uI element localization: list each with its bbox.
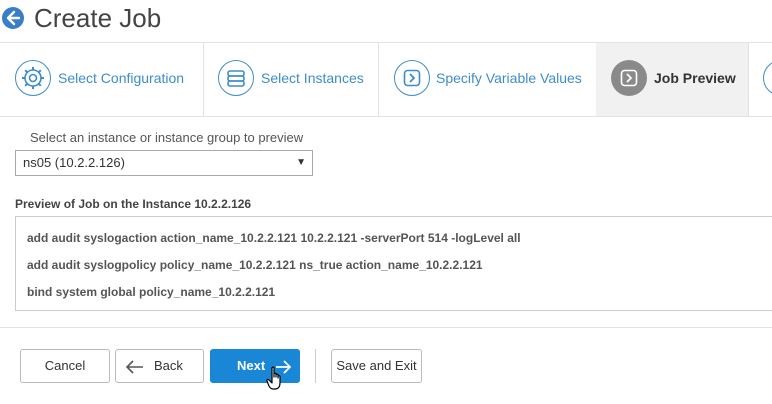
step-select-instances[interactable]: Select Instances	[203, 43, 379, 116]
step-label: Select Instances	[261, 70, 364, 86]
stack-icon	[218, 60, 254, 96]
back-arrow-icon[interactable]	[2, 7, 24, 29]
cancel-label: Cancel	[44, 358, 86, 373]
step-specify-variable-values[interactable]: Specify Variable Values	[378, 43, 597, 116]
next-label: Next	[237, 358, 266, 373]
job-preview-box: add audit syslogaction action_name_10.2.…	[15, 216, 772, 311]
arrow-left-icon	[126, 360, 143, 374]
hand-cursor-icon	[266, 366, 281, 390]
instance-select-label: Select an instance or instance group to …	[30, 130, 304, 145]
step-next-partial[interactable]	[748, 43, 772, 116]
command-line: add audit syslogaction action_name_10.2.…	[27, 231, 521, 245]
gear-icon	[15, 60, 51, 96]
save-and-exit-button[interactable]: Save and Exit	[331, 349, 422, 383]
preview-label: Preview of Job on the Instance 10.2.2.12…	[15, 197, 252, 211]
back-button[interactable]: Back	[115, 349, 204, 383]
step-label: Select Configuration	[58, 70, 185, 86]
instance-select[interactable]: ns05 (10.2.2.126) ▼	[15, 150, 313, 176]
instance-select-value: ns05 (10.2.2.126)	[23, 155, 125, 170]
next-button[interactable]: Next	[210, 349, 300, 383]
step-label: Job Preview	[654, 70, 736, 86]
page-header: Create Job	[0, 0, 772, 42]
step-job-preview[interactable]: Job Preview	[596, 43, 749, 116]
command-line: add audit syslogpolicy policy_name_10.2.…	[27, 258, 483, 272]
chevron-right-icon	[611, 60, 647, 96]
command-line: bind system global policy_name_10.2.2.12…	[27, 285, 276, 299]
step-label: Specify Variable Values	[436, 70, 582, 86]
caret-down-icon: ▼	[296, 157, 306, 168]
button-separator	[315, 349, 316, 383]
save-and-exit-label: Save and Exit	[336, 358, 417, 373]
cancel-button[interactable]: Cancel	[20, 349, 110, 383]
back-label: Back	[154, 358, 183, 373]
wizard-steps: Select Configuration Select Instances Sp…	[0, 42, 772, 117]
step-select-configuration[interactable]: Select Configuration	[0, 43, 204, 116]
page-title: Create Job	[34, 3, 162, 33]
step-icon	[763, 60, 772, 96]
chevron-right-icon	[394, 60, 430, 96]
